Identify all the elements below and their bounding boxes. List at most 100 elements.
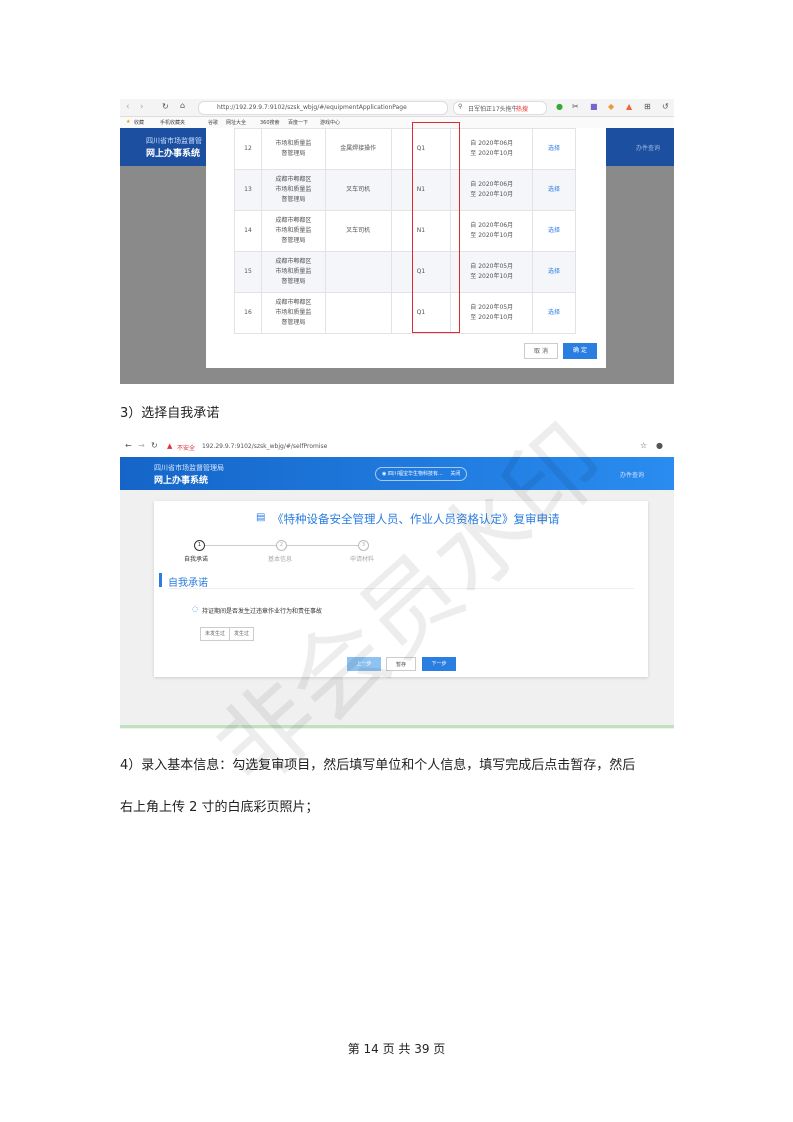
bookmark-item[interactable]: 百度一下 [288, 119, 308, 126]
question-icon: ◌ [192, 605, 199, 613]
back-icon[interactable]: ‹ [126, 102, 130, 112]
answer-option-no[interactable]: 未发生过 [201, 628, 231, 640]
row-period: 自 2020年06月至 2020年10月 [450, 210, 534, 252]
bookmark-item[interactable]: 游戏中心 [320, 119, 340, 126]
row-number: 13 [234, 169, 262, 211]
period-line: 自 2020年06月 [470, 222, 514, 229]
row-select-link[interactable]: 选择 [532, 210, 576, 252]
section-marker [159, 573, 162, 587]
forward-icon[interactable]: → [138, 441, 145, 450]
extension-icon[interactable]: ● [556, 102, 563, 111]
header-query-link[interactable]: 办件查询 [620, 470, 644, 479]
bookmark-item[interactable]: 谷歌 [208, 119, 218, 126]
star-icon[interactable]: ☆ [640, 441, 647, 450]
answer-radio-group: 未发生过 发生过 [200, 627, 255, 641]
search-hint: 日军怕正17头拖牛 [468, 106, 518, 113]
search-box[interactable]: ⚲ 日军怕正17头拖牛 热搜 [453, 101, 547, 115]
ok-button[interactable]: 确 定 [563, 343, 597, 359]
browser-toolbar: ‹ › ↻ ⌂ http://192.29.9.7:9102/szsk_wbjg… [120, 99, 674, 117]
header-title-line2: 网上办事系统 [146, 149, 201, 159]
header-title-line1: 四川省市场监督管 [146, 137, 202, 145]
table-row: 13 成都市郫都区 市场和质量监 督管理局 叉车司机 N1 自 2020年06月至 2020… [234, 169, 576, 211]
address-text[interactable]: 192.29.9.7:9102/szsk_wbjg/#/selfPromise [202, 443, 327, 450]
shield-icon[interactable]: ◆ [608, 102, 614, 111]
organization-line: 督管理局 [281, 150, 306, 157]
table-row: 15 成都市郫都区 市场和质量监 督管理局 Q1 自 2020年05月至 2020年10月… [234, 251, 576, 293]
back-icon[interactable]: ← [125, 441, 132, 450]
organization-line: 督管理局 [281, 319, 306, 326]
step-paragraph-4-line1: 4）录入基本信息：勾选复审项目，然后填写单位和个人信息，填写完成后点击暂存，然后 [120, 758, 636, 773]
row-item: 金属焊接操作 [324, 128, 392, 170]
period-line: 至 2020年10月 [470, 150, 514, 157]
row-select-link[interactable]: 选择 [532, 251, 576, 293]
row-period: 自 2020年06月至 2020年10月 [450, 128, 534, 170]
organization-line: 督管理局 [281, 237, 306, 244]
organization-line: 成都市郫都区 [275, 299, 312, 306]
organization-line: 市场和质量监 [275, 268, 312, 275]
row-organization: 成都市郫都区 市场和质量监 督管理局 [260, 292, 326, 334]
hot-label: 热搜 [516, 106, 529, 113]
reload-icon[interactable]: ↻ [162, 102, 169, 111]
period-line: 至 2020年10月 [470, 273, 514, 280]
row-number: 14 [234, 210, 262, 252]
row-item [324, 251, 392, 293]
answer-option-yes[interactable]: 发生过 [230, 628, 253, 640]
equipment-table: 12 市场和质量监 督管理局 金属焊接操作 Q1 自 2020年06月至 2020年10月… [234, 128, 576, 334]
table-row: 12 市场和质量监 督管理局 金属焊接操作 Q1 自 2020年06月至 2020年10月… [234, 128, 576, 170]
step-heading-3: 3）选择自我承诺 [120, 406, 220, 421]
star-icon: ★ [126, 119, 131, 125]
row-period: 自 2020年05月至 2020年10月 [450, 251, 534, 293]
row-organization: 市场和质量监 督管理局 [260, 128, 326, 170]
organization-line: 成都市郫都区 [275, 217, 312, 224]
period-line: 自 2020年05月 [470, 304, 514, 311]
user-icon: ◉ [382, 471, 387, 477]
search-icon: ⚲ [458, 103, 463, 110]
insecure-label: 不安全 [177, 445, 196, 452]
row-item: 叉车司机 [324, 210, 392, 252]
app-icon[interactable]: ■ [590, 102, 598, 111]
period-line: 至 2020年10月 [470, 232, 514, 239]
undo-icon[interactable]: ↺ [662, 102, 669, 111]
row-organization: 成都市郫都区 市场和质量监 督管理局 [260, 251, 326, 293]
bookmark-item[interactable]: 手机收藏夹 [160, 119, 185, 126]
row-select-link[interactable]: 选择 [532, 128, 576, 170]
row-select-link[interactable]: 选择 [532, 292, 576, 334]
scissors-icon[interactable]: ✂ [572, 102, 579, 111]
bookmark-item[interactable]: 收藏 [134, 119, 144, 126]
step-2-label: 基本信息 [268, 556, 293, 563]
organization-line: 督管理局 [281, 278, 306, 285]
row-number: 16 [234, 292, 262, 334]
organization-line: 成都市郫都区 [275, 176, 312, 183]
header-query-link[interactable]: 办件查询 [636, 143, 660, 152]
row-select-link[interactable]: 选择 [532, 169, 576, 211]
table-row: 14 成都市郫都区 市场和质量监 督管理局 叉车司机 N1 自 2020年06月至 2020… [234, 210, 576, 252]
forward-icon[interactable]: › [140, 102, 144, 112]
row-organization: 成都市郫都区 市场和质量监 督管理局 [260, 169, 326, 211]
organization-line: 市场和质量监 [275, 309, 312, 316]
grid-icon[interactable]: ⊞ [644, 102, 651, 111]
organization-line: 市场和质量监 [275, 140, 312, 147]
warning-icon: ▲ [167, 442, 173, 450]
header-title-line1: 四川省市场监督管理局 [154, 464, 224, 472]
home-icon[interactable]: ⌂ [180, 101, 185, 110]
bookmark-item[interactable]: 网址大全 [226, 119, 246, 126]
row-number: 15 [234, 251, 262, 293]
step-1-label: 自我承诺 [184, 556, 209, 563]
section-title: 自我承诺 [168, 578, 208, 589]
header-title-line2: 网上办事系统 [154, 476, 209, 486]
bookmark-item[interactable]: 360搜索 [260, 119, 280, 126]
organization-line: 市场和质量监 [275, 227, 312, 234]
reload-icon[interactable]: ↻ [151, 441, 158, 450]
page-footer: 第 14 页 共 39 页 [347, 1042, 446, 1056]
cancel-button[interactable]: 取 消 [524, 343, 558, 359]
period-line: 至 2020年10月 [470, 314, 514, 321]
fox-icon[interactable]: ▲ [626, 102, 632, 111]
row-item: 叉车司机 [324, 169, 392, 211]
organization-line: 督管理局 [281, 196, 306, 203]
table-row: 16 成都市郫都区 市场和质量监 督管理局 Q1 自 2020年05月至 2020年10月… [234, 292, 576, 334]
account-icon[interactable]: ● [656, 441, 663, 450]
row-organization: 成都市郫都区 市场和质量监 督管理局 [260, 210, 326, 252]
address-bar[interactable]: http://192.29.9.7:9102/szsk_wbjg/#/equip… [198, 101, 448, 115]
document-icon: ▤ [256, 512, 266, 523]
step-1-circle: 1 [194, 540, 205, 551]
